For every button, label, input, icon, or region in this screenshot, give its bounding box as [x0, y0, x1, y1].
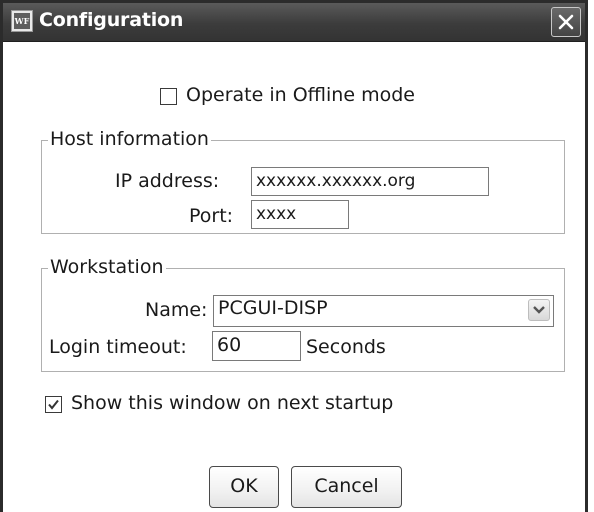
close-icon	[558, 14, 574, 30]
ok-button[interactable]: OK	[209, 466, 279, 508]
offline-mode-label[interactable]: Operate in Offline mode	[186, 84, 415, 106]
workstation-name-value: PCGUI-DISP	[218, 297, 328, 319]
app-icon-text: WF	[14, 13, 30, 29]
checkmark-icon	[48, 399, 59, 410]
ip-address-field[interactable]: xxxxxx.xxxxxx.org	[251, 167, 489, 196]
workstation-name-dropdown[interactable]: PCGUI-DISP	[213, 295, 554, 327]
show-on-startup-label[interactable]: Show this window on next startup	[71, 392, 393, 414]
configuration-dialog: WF Configuration Operate in Offline mode…	[0, 0, 588, 512]
show-on-startup-checkbox[interactable]	[45, 396, 62, 413]
workstation-legend: Workstation	[48, 256, 166, 278]
dropdown-arrow-button[interactable]	[528, 299, 550, 321]
cancel-button[interactable]: Cancel	[291, 466, 402, 508]
login-timeout-field[interactable]: 60	[212, 331, 301, 361]
port-label: Port:	[189, 205, 234, 227]
login-timeout-unit: Seconds	[306, 336, 386, 358]
window-title: Configuration	[39, 9, 184, 31]
host-information-legend: Host information	[48, 128, 211, 150]
port-field[interactable]: xxxx	[251, 200, 349, 229]
offline-mode-checkbox[interactable]	[160, 88, 177, 105]
app-icon: WF	[11, 10, 33, 32]
login-timeout-label: Login timeout:	[49, 336, 187, 358]
close-button[interactable]	[551, 7, 581, 37]
workstation-name-label: Name:	[145, 299, 208, 321]
title-bar[interactable]: WF Configuration	[3, 3, 585, 42]
chevron-down-icon	[533, 306, 545, 314]
ip-address-label: IP address:	[115, 170, 220, 192]
